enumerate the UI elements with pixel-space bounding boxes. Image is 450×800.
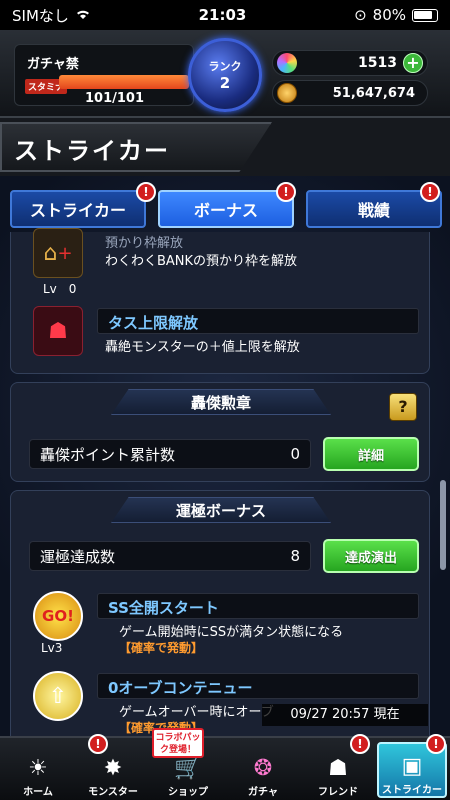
timestamp: 09/27 20:57 現在 (262, 704, 428, 726)
points-value: 0 (290, 445, 300, 463)
go-icon: GO! (33, 591, 83, 641)
bank-slot-bonus: ⌂ + 預かり枠解放 わくわくBANKの預かり枠を解放 Lv 0 (29, 228, 429, 296)
nav-monster[interactable]: ✸ モンスター (78, 742, 148, 798)
rank-badge[interactable]: ランク 2 (188, 38, 262, 112)
scrollbar[interactable] (440, 480, 446, 570)
gacha-ban-label: ガチャ禁 (27, 57, 79, 72)
battery-percent: 80% (372, 6, 406, 24)
go-icon-text: GO! (42, 607, 74, 625)
panel-title: 轟傑勲章 (190, 393, 251, 412)
orb-counter: 1513 + (272, 50, 428, 76)
ss-start-bonus: GO! Lv3 SS全開スタート ゲーム開始時にSSが満タン状態になる 【確率で… (29, 591, 429, 655)
title-bar: ストライカー (0, 118, 450, 176)
count-label: 運極達成数 (40, 547, 116, 566)
bonus-title-box: タス上限解放 (97, 308, 419, 334)
friend-icon: ☗ (328, 756, 348, 781)
tab-bar: ストライカー ! ボーナス ! 戦績 ! (8, 182, 442, 230)
bonus-title-box: 0オーブコンテニュー (97, 673, 419, 699)
nav-label: ストライカー (382, 785, 442, 796)
nav-label: ホーム (23, 787, 53, 798)
home-icon: ☀ (28, 756, 48, 781)
nav-label: モンスター (88, 787, 138, 798)
bonus-title: 0オーブコンテニュー (108, 679, 253, 697)
gacha-icon: ❂ (253, 756, 273, 781)
goketsu-points-row: 轟傑ポイント累計数 0 (29, 439, 311, 469)
battery-icon (412, 8, 438, 22)
friend-badge: ! (350, 734, 370, 754)
wifi-icon (75, 6, 91, 24)
panel-title: 運極ボーナス (175, 501, 266, 520)
striker-badge: ! (426, 734, 446, 754)
bonus-title: SS全開スタート (108, 599, 219, 617)
clock: 21:03 (198, 6, 247, 24)
help-button[interactable]: ? (389, 393, 417, 421)
monster-badge: ! (88, 734, 108, 754)
shop-icon: 🛒 (174, 756, 202, 781)
detail-button[interactable]: 詳細 (323, 437, 419, 471)
points-label: 轟傑ポイント累計数 (40, 445, 176, 464)
demon-plus-icon: ☗ (33, 306, 83, 356)
button-label: 詳細 (357, 448, 384, 464)
collab-pack-tag[interactable]: コラボパック登場！ (152, 728, 204, 758)
bonus-title-partial: 預かり枠解放 (105, 236, 184, 251)
orb-icon (277, 53, 297, 73)
goketsu-header: 轟傑勲章 (111, 389, 331, 415)
monster-icon: ✸ (103, 756, 123, 781)
nav-label: ガチャ (248, 787, 278, 798)
bonus-desc: わくわくBANKの預かり枠を解放 (105, 254, 298, 269)
buy-orbs-button[interactable]: + (403, 53, 423, 73)
tab-label: ボーナス (193, 201, 258, 220)
nav-gacha[interactable]: ❂ ガチャ (228, 742, 298, 798)
rank-label: ランク (208, 60, 242, 73)
bottom-nav: ☀ ホーム ✸ モンスター 🛒 ショップ ❂ ガチャ ☗ フレンド ▣ ストライ… (0, 736, 450, 800)
bonus-level: Lv3 (41, 641, 63, 655)
orb-value: 1513 (358, 55, 397, 71)
winged-arrow-icon: ⇧ (33, 671, 83, 721)
tab-label: 戦績 (357, 201, 390, 220)
tab-striker[interactable]: ストライカー (10, 190, 146, 228)
unkyoku-header: 運極ボーナス (111, 497, 331, 523)
unkyoku-count-row: 運極達成数 8 (29, 541, 311, 571)
page-title: ストライカー (14, 137, 170, 165)
rank-value: 2 (219, 74, 231, 92)
bonus-panel-upper: ⌂ + 預かり枠解放 わくわくBANKの預かり枠を解放 Lv 0 ☗ タス上限解放… (10, 228, 430, 374)
player-info: ガチャ禁 スタミナ 101/101 (14, 44, 194, 106)
tab-record-badge: ! (420, 182, 440, 202)
goketsu-panel: 轟傑勲章 ? 轟傑ポイント累計数 0 詳細 (10, 382, 430, 482)
coin-icon (277, 83, 297, 103)
gold-counter: 51,647,674 (272, 80, 428, 106)
tab-label: ストライカー (29, 201, 126, 220)
plus-cap-bonus: ☗ タス上限解放 轟絶モンスターの＋値上限を解放 (29, 306, 429, 370)
bonus-desc: 轟絶モンスターの＋値上限を解放 (105, 340, 300, 355)
bonus-title: タス上限解放 (108, 314, 199, 332)
unkyoku-panel: 運極ボーナス 運極達成数 8 達成演出 GO! Lv3 SS全開スタート ゲーム… (10, 490, 430, 736)
bonus-title-box: SS全開スタート (97, 593, 419, 619)
stamina-bar (59, 75, 189, 89)
striker-icon: ▣ (401, 754, 423, 779)
button-label: 達成演出 (344, 550, 397, 566)
nav-label: フレンド (318, 787, 358, 798)
count-value: 8 (290, 547, 300, 565)
bonus-desc: ゲームオーバー時にオーブ (119, 705, 274, 720)
nav-label: ショップ (168, 787, 208, 798)
carrier-text: SIMなし (12, 6, 69, 25)
bonus-probability: 【確率で発動】 (119, 641, 204, 655)
bank-cage-icon: ⌂ + (33, 228, 83, 278)
tab-striker-badge: ! (136, 182, 156, 202)
gold-value: 51,647,674 (332, 85, 415, 101)
bonus-level: Lv 0 (43, 282, 77, 296)
stamina-value: 101/101 (85, 91, 145, 106)
bonus-desc: ゲーム開始時にSSが満タン状態になる (119, 625, 344, 640)
rotation-lock-icon: ⊙ (354, 6, 367, 24)
nav-home[interactable]: ☀ ホーム (3, 742, 73, 798)
tab-bonus[interactable]: ボーナス (158, 190, 294, 228)
achievement-effect-button[interactable]: 達成演出 (323, 539, 419, 573)
status-bar: SIMなし 21:03 ⊙ 80% (0, 0, 450, 30)
tab-bonus-badge: ! (276, 182, 296, 202)
